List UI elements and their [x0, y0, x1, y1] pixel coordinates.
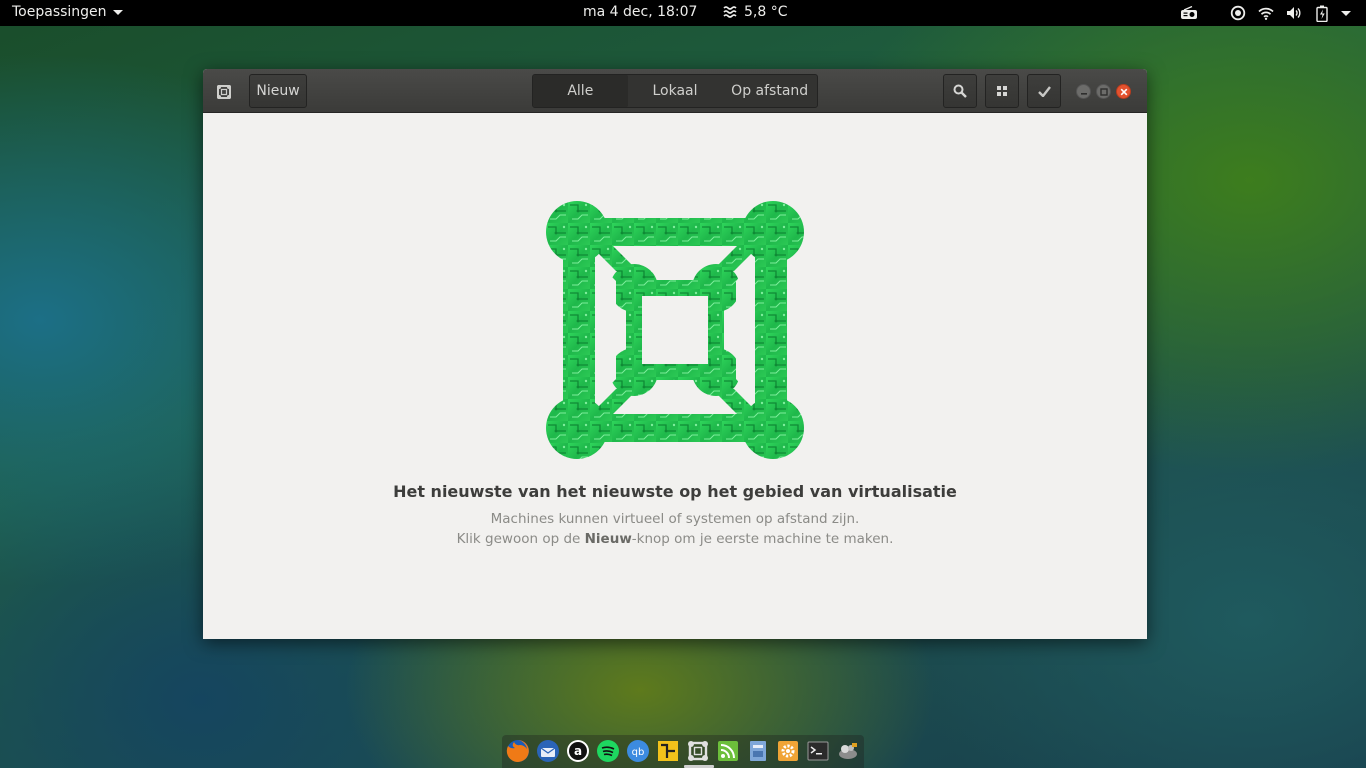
spotify-icon[interactable] — [596, 739, 620, 763]
search-button[interactable] — [943, 74, 977, 108]
search-icon — [953, 84, 967, 98]
gnome-tweak-icon[interactable] — [836, 739, 860, 763]
battery-icon[interactable] — [1313, 0, 1331, 26]
boxes-app-icon[interactable] — [213, 81, 235, 103]
close-icon — [1120, 88, 1127, 95]
qbittorrent-icon[interactable]: qb — [626, 739, 650, 763]
tab-op-afstand[interactable]: Op afstand — [722, 75, 817, 107]
firefox-icon[interactable] — [506, 739, 530, 763]
tab-lokaal[interactable]: Lokaal — [628, 75, 723, 107]
empty-state-line1: Machines kunnen virtueel of systemen op … — [490, 511, 860, 527]
top-bar: Toepassingen ma 4 dec, 18:07 5,8 °C — [0, 0, 1366, 26]
weather-temperature: 5,8 °C — [744, 4, 788, 20]
system-settings-icon[interactable] — [776, 739, 800, 763]
radio-icon[interactable] — [1178, 0, 1200, 26]
weather-indicator[interactable]: 5,8 °C — [723, 4, 788, 20]
selection-mode-button[interactable] — [1027, 74, 1061, 108]
empty-state-title: Het nieuwste van het nieuwste op het geb… — [393, 482, 957, 501]
thunderbird-icon[interactable] — [536, 739, 560, 763]
checkmark-icon — [1037, 85, 1051, 97]
minimize-icon — [1080, 92, 1087, 95]
boxes-icon[interactable] — [686, 739, 710, 763]
boxes-window: Nieuw Alle Lokaal Op afstand Het nieuwst… — [203, 69, 1147, 639]
boxes-logo — [546, 201, 804, 459]
new-button[interactable]: Nieuw — [249, 74, 307, 108]
volume-icon[interactable] — [1284, 0, 1304, 26]
record-icon[interactable] — [1228, 0, 1248, 26]
fog-icon — [723, 6, 737, 18]
wifi-icon[interactable] — [1256, 0, 1276, 26]
svg-text:qb: qb — [632, 747, 645, 758]
grid-view-icon — [997, 86, 1007, 96]
terminal-icon[interactable] — [806, 739, 830, 763]
empty-state-line2: Klik gewoon op de Nieuw-knop om je eerst… — [203, 531, 1147, 547]
minimize-button[interactable] — [1076, 84, 1091, 99]
clock[interactable]: ma 4 dec, 18:07 — [583, 4, 697, 20]
amazon-icon[interactable]: a — [566, 739, 590, 763]
svg-text:a: a — [574, 744, 582, 758]
file-manager-icon[interactable] — [746, 739, 770, 763]
line2-after: -knop om je eerste machine te maken. — [631, 531, 894, 547]
maximize-button[interactable] — [1096, 84, 1111, 99]
line2-before: Klik gewoon op de — [456, 531, 585, 547]
view-switcher: Alle Lokaal Op afstand — [532, 74, 818, 108]
dock: a qb — [502, 735, 864, 768]
applications-caret-icon — [112, 9, 123, 15]
maximize-icon — [1099, 87, 1108, 96]
applications-label: Toepassingen — [12, 4, 107, 20]
tab-alle[interactable]: Alle — [533, 75, 628, 107]
network-tool-icon[interactable] — [656, 739, 680, 763]
header-bar: Nieuw Alle Lokaal Op afstand — [203, 69, 1147, 113]
view-mode-button[interactable] — [985, 74, 1019, 108]
applications-menu[interactable]: Toepassingen — [12, 4, 123, 20]
line2-bold: Nieuw — [584, 531, 632, 547]
close-button[interactable] — [1116, 84, 1131, 99]
system-menu-caret-icon[interactable] — [1338, 0, 1354, 26]
feed-reader-icon[interactable] — [716, 739, 740, 763]
